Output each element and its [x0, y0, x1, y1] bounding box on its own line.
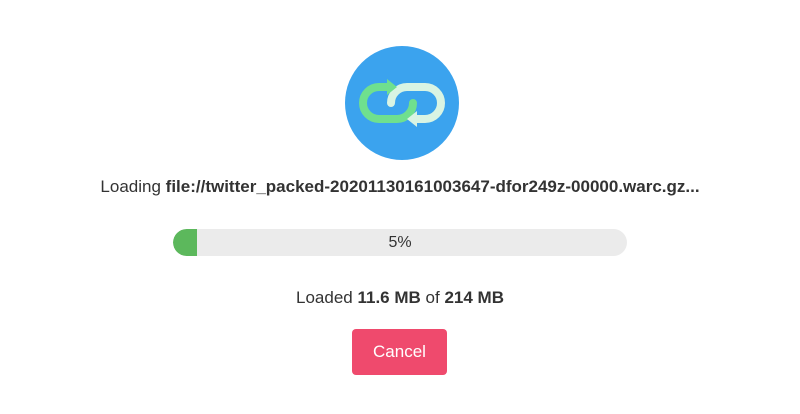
loaded-status: Loaded 11.6 MB of 214 MB: [0, 287, 800, 309]
loaded-amount: 11.6 MB: [357, 288, 421, 307]
loading-status: Loading file://twitter_packed-2020113016…: [0, 176, 800, 198]
progress-percent: 5%: [388, 234, 412, 251]
loaded-total: 214 MB: [444, 288, 504, 307]
loaded-prefix: Loaded: [296, 288, 353, 307]
chain-link-icon: [345, 46, 459, 160]
progress-bar: 5%: [173, 229, 627, 256]
loaded-of: of: [425, 288, 440, 307]
cancel-button[interactable]: Cancel: [352, 329, 447, 375]
loading-dialog: Loading file://twitter_packed-2020113016…: [0, 0, 800, 414]
loading-file-path: file://twitter_packed-20201130161003647-…: [165, 177, 700, 196]
loading-prefix: Loading: [100, 177, 161, 196]
